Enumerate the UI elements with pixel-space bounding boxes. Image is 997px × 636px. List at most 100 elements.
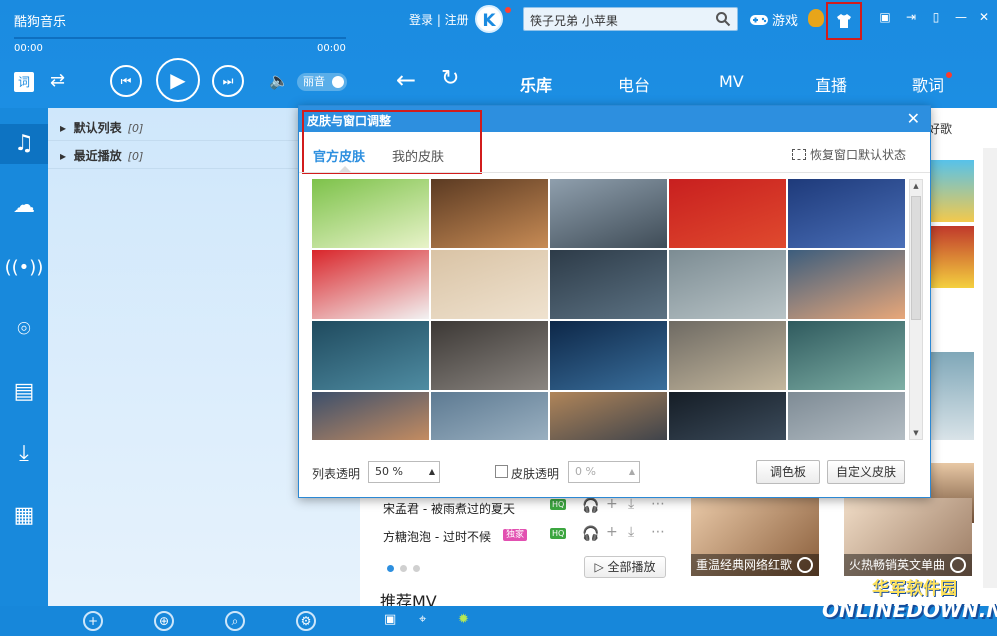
song-row[interactable]: 方糖泡泡 - 过时不候: [383, 528, 491, 545]
skin-thumbnail-night-blue[interactable]: [788, 179, 905, 248]
good-songs-label[interactable]: 好歌: [928, 120, 952, 137]
lyric-toggle-button[interactable]: 词: [14, 72, 34, 92]
scroll-thumb[interactable]: [911, 196, 921, 320]
skin-thumbnail-concert[interactable]: [431, 179, 548, 248]
video-thumbnail[interactable]: [928, 352, 974, 440]
skin-thumbnail-couple[interactable]: [550, 179, 667, 248]
skin-thumbnail-sprout[interactable]: [788, 321, 905, 390]
tab-official-skins[interactable]: 官方皮肤: [313, 146, 365, 165]
skin-thumbnail-leaf[interactable]: [550, 392, 667, 440]
mobile-icon[interactable]: ▯: [928, 10, 944, 24]
close-icon[interactable]: ✕: [976, 10, 992, 24]
skin-thumbnail-jellyfish[interactable]: [550, 321, 667, 390]
skin-button[interactable]: [826, 2, 862, 40]
tab-live[interactable]: 直播: [815, 72, 847, 96]
gamepad-small-icon[interactable]: ⌖: [419, 612, 426, 627]
location-pin-icon[interactable]: ⌾: [0, 310, 48, 350]
banner-thumbnail[interactable]: [928, 226, 974, 288]
mobile-device-icon[interactable]: ▤: [0, 372, 48, 412]
skin-thumbnail-boat[interactable]: [788, 250, 905, 319]
skin-opacity-checkbox[interactable]: [495, 465, 508, 478]
kugou-logo-icon[interactable]: K: [475, 5, 503, 33]
dialog-close-icon[interactable]: ✕: [907, 109, 920, 128]
play-button[interactable]: ▶: [156, 58, 200, 102]
play-all-button[interactable]: ▷ 全部播放: [584, 556, 666, 578]
song-row[interactable]: 宋孟君 - 被雨煮过的夏天: [383, 500, 515, 517]
skin-thumbnail-dragon-boat[interactable]: [312, 179, 429, 248]
skin-thumbnail-frost[interactable]: [431, 392, 548, 440]
palette-button[interactable]: 调色板: [756, 460, 820, 484]
top-bar: 酷狗音乐 登录 | 注册 K 筷子兄弟 小苹果 游戏 ▣ ⇥ ▯ — ✕ 00:…: [0, 0, 997, 108]
progress-bar[interactable]: [14, 37, 346, 39]
skin-thumbnail-bulb[interactable]: [550, 250, 667, 319]
pager-dot-active[interactable]: [387, 565, 394, 572]
headphone-icon[interactable]: 🎧: [582, 498, 599, 514]
skin-thumbnail-forest[interactable]: [312, 321, 429, 390]
back-arrow-icon[interactable]: ←: [396, 66, 416, 94]
skin-thumbnail-dark-leaves[interactable]: [669, 392, 786, 440]
download-icon[interactable]: ⤓: [628, 524, 634, 540]
add-icon[interactable]: +: [606, 496, 618, 512]
skin-thumbnail-beach-girl[interactable]: [669, 321, 786, 390]
menu-dropdown-icon[interactable]: ▣: [877, 10, 893, 24]
skin-opacity-stepper[interactable]: 0 % ▲: [568, 461, 640, 483]
skin-thumbnail-mist[interactable]: [788, 392, 905, 440]
tab-radio[interactable]: 电台: [618, 72, 650, 96]
add-circle-icon[interactable]: +: [83, 611, 103, 631]
tab-library[interactable]: 乐库: [520, 72, 552, 96]
play-circle-icon[interactable]: [797, 557, 813, 573]
refresh-icon[interactable]: ↻: [441, 66, 459, 91]
pager-dot[interactable]: [400, 565, 407, 572]
main-scrollbar[interactable]: [983, 148, 997, 588]
scroll-up-icon[interactable]: ▲: [911, 182, 921, 190]
download-icon[interactable]: ⤓: [628, 496, 634, 512]
audio-quality-toggle[interactable]: 丽音: [297, 73, 347, 91]
previous-button[interactable]: ⏮: [110, 65, 142, 97]
restore-default-window-button[interactable]: 恢复窗口默认状态: [791, 146, 906, 163]
skin-thumbnail-rails[interactable]: [669, 250, 786, 319]
more-icon[interactable]: ⋯: [651, 496, 665, 512]
pager-dot[interactable]: [413, 565, 420, 572]
stepper-up-icon[interactable]: ▲: [629, 462, 635, 482]
next-button[interactable]: ⏭: [212, 65, 244, 97]
tab-lyrics[interactable]: 歌词: [912, 72, 944, 96]
loop-mode-icon[interactable]: ⇄: [50, 70, 65, 91]
mini-mode-icon[interactable]: ⇥: [903, 10, 919, 24]
custom-skin-button[interactable]: 自定义皮肤: [827, 460, 905, 484]
scroll-down-icon[interactable]: ▼: [911, 429, 921, 437]
stepper-up-icon[interactable]: ▲: [429, 462, 435, 482]
search-input[interactable]: 筷子兄弟 小苹果: [523, 7, 738, 31]
skin-thumbnail-new-year-red[interactable]: [669, 179, 786, 248]
radio-antenna-icon[interactable]: ((•)): [0, 248, 48, 288]
search-circle-icon[interactable]: ⌕: [225, 611, 245, 631]
more-icon[interactable]: ⋯: [651, 524, 665, 540]
add-icon[interactable]: +: [606, 524, 618, 540]
coin-bag-icon[interactable]: [808, 9, 824, 27]
mv-card[interactable]: 火热畅销英文单曲: [844, 498, 972, 576]
list-opacity-stepper[interactable]: 50 % ▲: [368, 461, 440, 483]
tab-mv[interactable]: MV: [719, 72, 744, 91]
headphone-icon[interactable]: 🎧: [582, 526, 599, 542]
banner-thumbnail[interactable]: [928, 160, 974, 222]
music-note-icon[interactable]: ♫: [0, 124, 48, 164]
settings-icon[interactable]: ⚙: [296, 611, 316, 631]
minimize-icon[interactable]: —: [953, 10, 969, 24]
skin-thumbnail-squirrel[interactable]: [431, 321, 548, 390]
locate-icon[interactable]: ⊕: [154, 611, 174, 631]
apps-grid-icon[interactable]: ▦: [0, 496, 48, 536]
skin-thumbnail-beige[interactable]: [431, 250, 548, 319]
tab-my-skins[interactable]: 我的皮肤: [392, 146, 444, 165]
skin-thumbnail-santa[interactable]: [312, 250, 429, 319]
plugin-icon[interactable]: ✹: [458, 612, 469, 627]
search-icon[interactable]: [715, 11, 731, 27]
kugou-small-icon[interactable]: ▣: [384, 612, 396, 627]
skin-grid-scrollbar[interactable]: ▲ ▼: [909, 179, 923, 440]
cloud-icon[interactable]: ☁: [0, 186, 48, 226]
skin-thumbnail-sunset[interactable]: [312, 392, 429, 440]
skin-window-dialog: 皮肤与窗口调整 ✕ 官方皮肤 我的皮肤 恢复窗口默认状态 ▲ ▼ 列表透明 50…: [298, 105, 931, 498]
volume-icon[interactable]: 🔈: [269, 71, 289, 90]
mv-card[interactable]: 重温经典网络红歌: [691, 498, 819, 576]
login-register-link[interactable]: 登录 | 注册: [409, 11, 469, 28]
download-icon[interactable]: ⤓: [0, 434, 48, 474]
game-link[interactable]: 游戏: [749, 10, 798, 29]
